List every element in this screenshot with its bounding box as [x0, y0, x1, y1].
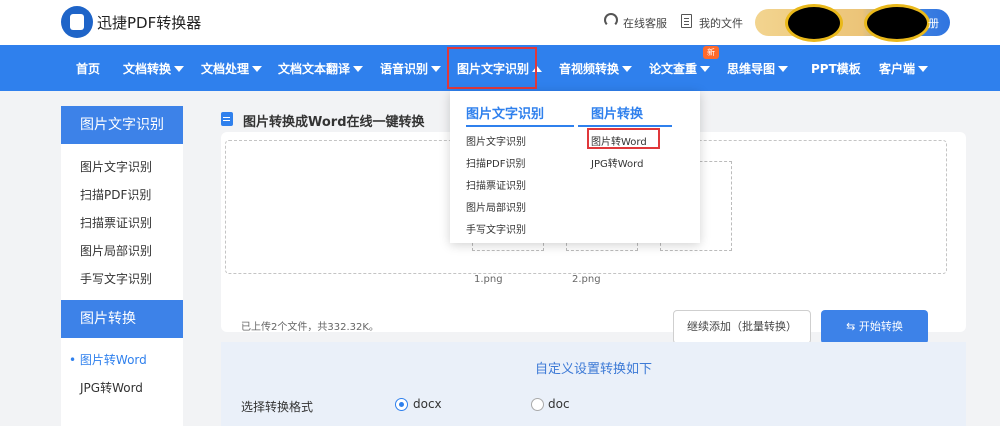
nav-paper-check[interactable]: 论文查重: [649, 60, 711, 77]
register-link[interactable]: 册: [928, 15, 939, 31]
caret-down-icon: [353, 66, 364, 72]
dropdown-col1-title: 图片文字识别: [466, 107, 545, 122]
convert-settings: 自定义设置转换如下 选择转换格式 docx doc: [221, 342, 966, 426]
caret-down-icon: [174, 66, 185, 72]
dropdown-col1-underline: [466, 125, 574, 127]
file-name: 2.png: [572, 274, 601, 285]
file-name: 1.png: [474, 274, 503, 285]
document-icon: [221, 112, 233, 126]
file-icon[interactable]: [681, 14, 692, 28]
radio-doc-label[interactable]: doc: [548, 397, 570, 411]
upload-status: 已上传2个文件，共332.32K。: [241, 322, 379, 333]
start-convert-button[interactable]: ⇆ 开始转换: [821, 310, 928, 344]
sidebar-item-jpg-to-word[interactable]: JPG转Word: [80, 379, 143, 396]
sidebar-item-handwriting[interactable]: 手写文字识别: [80, 270, 152, 287]
headset-icon[interactable]: [604, 13, 618, 27]
image-ocr-dropdown: 图片文字识别 图片转换 图片文字识别 扫描PDF识别 扫描票证识别 图片局部识别…: [450, 91, 700, 243]
dropdown-item-partial-ocr[interactable]: 图片局部识别: [466, 199, 526, 214]
new-badge: 新: [703, 46, 719, 59]
dropdown-selection-highlight: [587, 128, 660, 149]
sidebar-group-ocr[interactable]: 图片文字识别: [61, 106, 183, 144]
my-files-link[interactable]: 我的文件: [699, 15, 743, 31]
dropdown-col2-title: 图片转换: [591, 107, 644, 122]
caret-down-icon: [778, 66, 789, 72]
active-nav-highlight: [447, 47, 537, 89]
nav-doc-process[interactable]: 文档处理: [201, 60, 263, 77]
redaction-mask-left: [785, 4, 843, 42]
convert-arrows-icon: ⇆: [846, 320, 856, 333]
dropdown-item-handwriting[interactable]: 手写文字识别: [466, 221, 526, 236]
caret-down-icon: [700, 66, 711, 72]
caret-down-icon: [918, 66, 929, 72]
sidebar-item-image-to-word[interactable]: • 图片转Word: [69, 351, 147, 368]
add-more-files-button[interactable]: 继续添加（批量转换）: [673, 310, 811, 344]
caret-down-icon: [622, 66, 633, 72]
sidebar: 图片文字识别 图片文字识别 扫描PDF识别 扫描票证识别 图片局部识别 手写文字…: [61, 106, 183, 426]
caret-down-icon: [431, 66, 442, 72]
redaction-mask-right: [864, 4, 930, 42]
nav-mindmap[interactable]: 思维导图: [727, 60, 789, 77]
nav-av-convert[interactable]: 音视频转换: [559, 60, 633, 77]
dropdown-item-scan-ticket[interactable]: 扫描票证识别: [466, 177, 526, 192]
nav-doc-translate[interactable]: 文档文本翻译: [278, 60, 364, 77]
radio-doc[interactable]: [531, 398, 544, 411]
dropdown-col2-underline: [578, 125, 672, 127]
online-support-link[interactable]: 在线客服: [623, 15, 667, 31]
sidebar-item-partial-ocr[interactable]: 图片局部识别: [80, 242, 152, 259]
page-title: 图片转换成Word在线一键转换: [243, 115, 425, 130]
sidebar-item-image-ocr[interactable]: 图片文字识别: [80, 158, 152, 175]
app-name[interactable]: 迅捷PDF转换器: [97, 12, 201, 33]
caret-down-icon: [252, 66, 263, 72]
nav-ppt-template[interactable]: PPT模板: [811, 60, 861, 77]
nav-home[interactable]: 首页: [76, 60, 100, 77]
top-bar: 迅捷PDF转换器 在线客服 我的文件 册: [0, 0, 1000, 45]
nav-client[interactable]: 客户端: [879, 60, 929, 77]
sidebar-group-image-convert[interactable]: 图片转换: [61, 300, 183, 338]
sidebar-item-scan-pdf[interactable]: 扫描PDF识别: [80, 186, 151, 203]
radio-docx-label[interactable]: docx: [413, 397, 442, 411]
dropdown-item-jpg-to-word[interactable]: JPG转Word: [591, 155, 643, 170]
app-logo[interactable]: [61, 6, 93, 38]
dropdown-item-image-ocr[interactable]: 图片文字识别: [466, 133, 526, 148]
settings-title: 自定义设置转换如下: [534, 362, 652, 377]
radio-docx[interactable]: [395, 398, 408, 411]
nav-doc-convert[interactable]: 文档转换: [123, 60, 185, 77]
dropdown-item-scan-pdf[interactable]: 扫描PDF识别: [466, 155, 525, 170]
sidebar-item-scan-ticket[interactable]: 扫描票证识别: [80, 214, 152, 231]
nav-speech-recognition[interactable]: 语音识别: [380, 60, 442, 77]
format-label: 选择转换格式: [241, 400, 314, 414]
